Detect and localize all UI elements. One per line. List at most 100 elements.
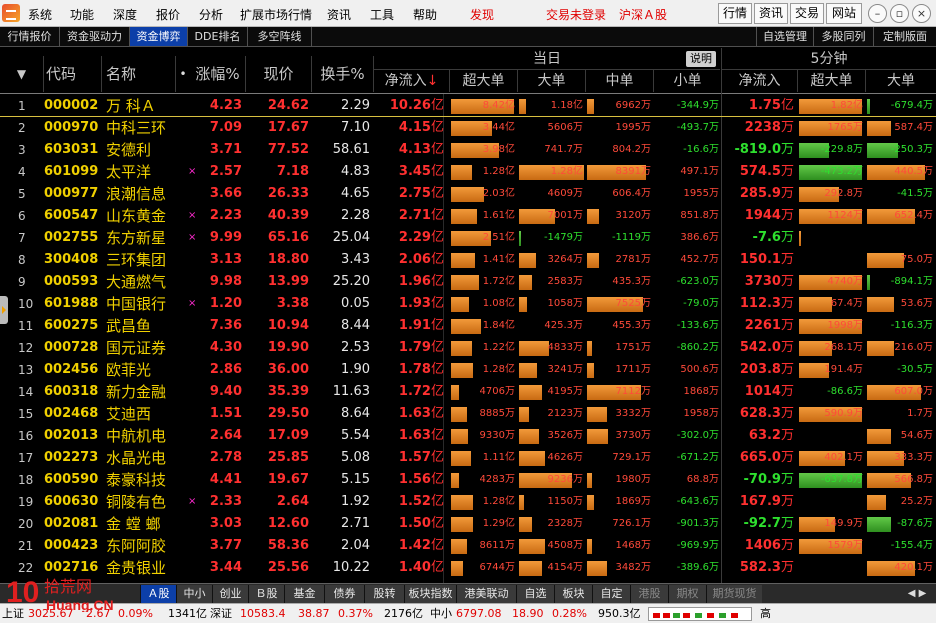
col-small[interactable]: 小单 <box>654 70 722 92</box>
col-price[interactable]: 现价 <box>246 56 312 92</box>
table-row[interactable]: 6 600547 山东黄金 × 2.23 40.39 2.28 2.71亿 1944万 1.61亿… <box>0 205 936 227</box>
tab-multi-stock[interactable]: 多股同列 <box>814 27 874 46</box>
table-row[interactable]: 10 601988 中国银行 × 1.20 3.38 0.05 1.93亿 112.3万 1.08… <box>0 293 936 315</box>
table-row[interactable]: 3 603031 安德利 3.71 77.52 58.61 4.13亿 -819.0万 3.98… <box>0 139 936 161</box>
trade-button[interactable]: 交易 <box>790 3 824 24</box>
net-inflow-5min-value: 1406 <box>744 538 781 553</box>
table-row[interactable]: 7 002755 东方新星 × 9.99 65.16 25.04 2.29亿 -7.6万 2.51… <box>0 227 936 249</box>
website-button[interactable]: 网站 <box>826 3 862 24</box>
tab-capital-driver[interactable]: 资金驱动力 <box>60 27 130 46</box>
col-net-inflow-5min[interactable]: 净流入 <box>722 70 798 92</box>
tab-custom-layout[interactable]: 定制版面 <box>874 27 936 46</box>
market-tab[interactable]: Ａ股 <box>140 585 176 603</box>
table-row[interactable]: 8 300408 三环集团 3.13 18.80 3.43 2.06亿 150.1万 1.41亿… <box>0 249 936 271</box>
menu-system[interactable]: 系统 <box>28 6 52 23</box>
table-row[interactable]: 16 002013 中航机电 2.64 17.09 5.54 1.63亿 63.2万 9330万… <box>0 425 936 447</box>
net-inflow-value: 1.79 <box>398 340 431 355</box>
market-tab[interactable]: 港美联动 <box>456 585 516 603</box>
small-value: 500.6万 <box>680 364 719 375</box>
menu-extended-market[interactable]: 扩展市场行情 <box>240 6 312 23</box>
trade-status[interactable]: 交易未登录 <box>546 6 606 23</box>
tab-scroll-arrows-icon[interactable]: ◀ ▶ <box>900 586 934 602</box>
table-row[interactable]: 20 002081 金 螳 螂 3.03 12.60 2.71 1.50亿 -92.7万 1.2… <box>0 513 936 535</box>
market-tab[interactable]: 期货现货 <box>706 585 762 603</box>
medium-value: 729.1万 <box>612 452 651 463</box>
minimize-icon[interactable]: – <box>868 4 887 23</box>
col-super-large-5min[interactable]: 超大单 <box>798 70 866 92</box>
table-row[interactable]: 14 600318 新力金融 9.40 35.39 11.63 1.72亿 1014万 4706… <box>0 381 936 403</box>
table-row[interactable]: 15 002468 艾迪西 1.51 29.50 8.64 1.63亿 628.3万 8885万… <box>0 403 936 425</box>
table-row[interactable]: 21 000423 东阿阿胶 3.77 58.36 2.04 1.42亿 1406万 8611万… <box>0 535 936 557</box>
name-dot-icon: • <box>179 67 187 81</box>
table-row[interactable]: 5 000977 浪潮信息 3.66 26.33 4.65 2.75亿 285.9万 2.03亿… <box>0 183 936 205</box>
market-tab[interactable]: 期权 <box>668 585 706 603</box>
table-row[interactable]: 11 600275 武昌鱼 7.36 10.94 8.44 1.91亿 2261万 1.84亿 4… <box>0 315 936 337</box>
market-tab[interactable]: 自选 <box>516 585 554 603</box>
col-code[interactable]: 代码 <box>44 56 102 92</box>
table-row[interactable]: 1 000002 万 科Ａ 4.23 24.62 2.29 10.26亿 1.75亿 8.42亿… <box>0 95 936 117</box>
explain-button[interactable]: 说明 <box>686 51 716 67</box>
table-row[interactable]: 22 002716 金贵银业 3.44 25.56 10.22 1.40亿 582.3万 674… <box>0 557 936 579</box>
stock-name: 金 螳 螂 <box>106 515 161 533</box>
menu-function[interactable]: 功能 <box>70 6 94 23</box>
restore-icon[interactable]: ▫ <box>890 4 909 23</box>
market-tab[interactable]: 股转 <box>364 585 404 603</box>
col-large[interactable]: 大单 <box>518 70 586 92</box>
large-value: 3241万 <box>547 364 583 375</box>
table-row[interactable]: 12 000728 国元证券 4.30 19.90 2.53 1.79亿 542.0万 1.22… <box>0 337 936 359</box>
col-large-5min[interactable]: 大单 <box>866 70 936 92</box>
news-button[interactable]: 资讯 <box>754 3 788 24</box>
table-row[interactable]: 19 600630 铜陵有色 × 2.33 2.64 1.92 1.52亿 167.9万 1.28… <box>0 491 936 513</box>
net-inflow-5min-unit: 万 <box>780 252 794 267</box>
side-expand-icon[interactable] <box>0 296 8 324</box>
menu-news[interactable]: 资讯 <box>327 6 351 23</box>
market-tab[interactable]: 板块指数 <box>404 585 456 603</box>
tab-capital-game[interactable]: 资金博弈 <box>130 27 188 46</box>
large-value: 1058万 <box>547 298 583 309</box>
tab-quote-list[interactable]: 行情报价 <box>0 27 60 46</box>
menu-quote[interactable]: 报价 <box>156 6 180 23</box>
market-label[interactable]: 沪深Ａ股 <box>619 6 667 23</box>
col-turnover[interactable]: 换手% <box>312 56 374 92</box>
sort-arrow-icon[interactable]: ▼ <box>0 56 44 92</box>
market-tab[interactable]: 中小 <box>176 585 212 603</box>
menu-depth[interactable]: 深度 <box>113 6 137 23</box>
menu-tools[interactable]: 工具 <box>370 6 394 23</box>
tab-watchlist-manage[interactable]: 自选管理 <box>756 27 814 46</box>
market-tab[interactable]: 债券 <box>324 585 364 603</box>
tab-dde-rank[interactable]: DDE排名 <box>188 27 248 46</box>
col-name[interactable]: 名称 <box>102 56 176 92</box>
pct-change: 3.03 <box>209 516 242 531</box>
stock-code: 002755 <box>44 230 99 245</box>
price: 35.39 <box>267 384 309 399</box>
market-tab[interactable]: Ｂ股 <box>248 585 284 603</box>
table-row[interactable]: 9 000593 大通燃气 9.98 13.99 25.20 1.96亿 3730万 1.72亿… <box>0 271 936 293</box>
table-row[interactable]: 17 002273 水晶光电 2.78 25.85 5.08 1.57亿 665.0万 1.11… <box>0 447 936 469</box>
table-row[interactable]: 4 601099 太平洋 × 2.57 7.18 4.83 3.45亿 574.5万 1.28亿 1… <box>0 161 936 183</box>
table-row[interactable]: 13 002456 欧菲光 2.86 36.00 1.90 1.78亿 203.8万 1.28亿… <box>0 359 936 381</box>
table-row[interactable]: 2 000970 中科三环 7.09 17.67 7.10 4.15亿 2238万 3.44亿 5… <box>0 117 936 139</box>
table-row[interactable]: 18 600590 泰豪科技 4.41 19.67 5.15 1.56亿 -70.9万 4283… <box>0 469 936 491</box>
tab-bull-bear[interactable]: 多空阵线 <box>248 27 312 46</box>
super-large-value: 2.03亿 <box>482 188 515 199</box>
market-tab[interactable]: 基金 <box>284 585 324 603</box>
net-inflow-value: 1.63 <box>398 428 431 443</box>
super-large-value: 1.72亿 <box>482 276 515 287</box>
net-inflow: 1.93亿 <box>378 293 444 315</box>
menu-analysis[interactable]: 分析 <box>199 6 223 23</box>
close-icon[interactable]: × <box>912 4 931 23</box>
col-super-large[interactable]: 超大单 <box>450 70 518 92</box>
col-pct-change[interactable]: 涨幅% <box>190 56 246 92</box>
market-tab[interactable]: 港股 <box>630 585 668 603</box>
market-tab[interactable]: 创业 <box>212 585 248 603</box>
medium-value: 606.4万 <box>612 188 651 199</box>
status-more[interactable]: 高 <box>760 606 771 622</box>
menu-discover[interactable]: 发现 <box>470 6 494 23</box>
quote-button[interactable]: 行情 <box>718 3 752 24</box>
market-tab[interactable]: 自定 <box>592 585 630 603</box>
col-medium[interactable]: 中单 <box>586 70 654 92</box>
market-tab[interactable]: 板块 <box>554 585 592 603</box>
menu-help[interactable]: 帮助 <box>413 6 437 23</box>
col-net-inflow[interactable]: 净流入↓ <box>374 70 450 92</box>
large-value: 7001万 <box>547 210 583 221</box>
